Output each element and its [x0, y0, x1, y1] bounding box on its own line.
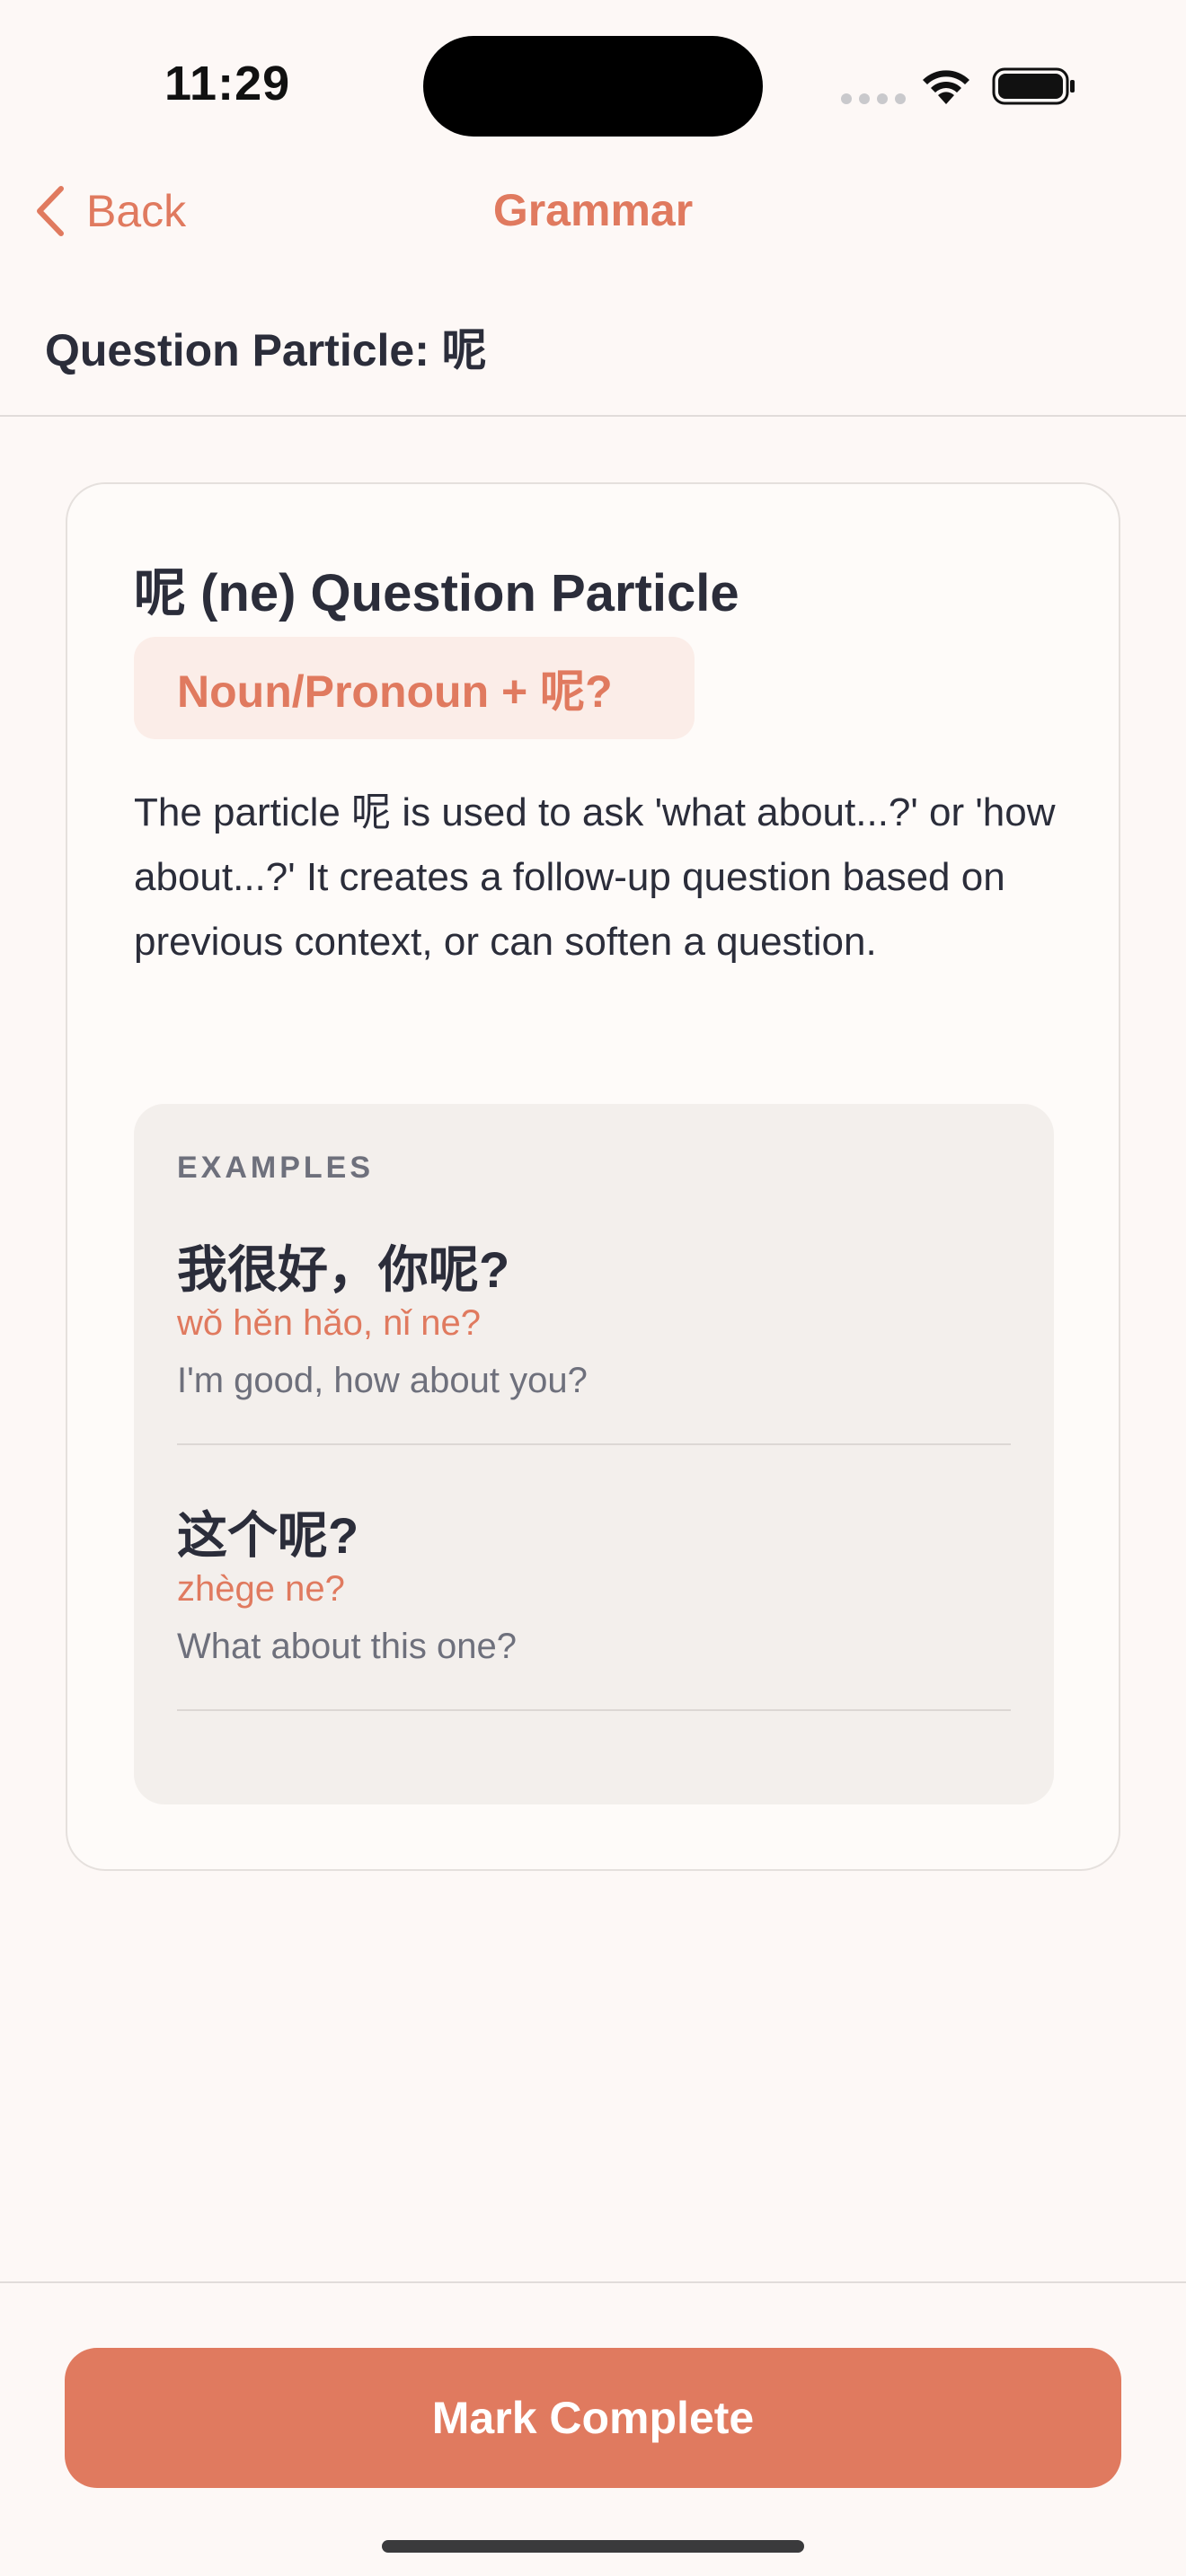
home-indicator[interactable] — [382, 2540, 804, 2553]
card-title: 呢 (ne) Question Particle — [134, 564, 739, 622]
examples-label: EXAMPLES — [177, 1151, 375, 1185]
screen: 11:29 Back Grammar Question Particle: 呢 … — [0, 0, 1186, 2576]
example-divider — [177, 1443, 1011, 1445]
example-pinyin: zhège ne? — [177, 1569, 345, 1609]
examples-section: EXAMPLES 我很好，你呢? wǒ hěn hǎo, nǐ ne? I'm … — [134, 1104, 1054, 1804]
header-divider — [0, 415, 1186, 417]
description-text: The particle 呢 is used to ask 'what abou… — [134, 790, 1056, 964]
example-pinyin: wǒ hěn hǎo, nǐ ne? — [177, 1303, 482, 1343]
nav-title: Grammar — [492, 185, 694, 235]
mark-complete-button[interactable]: Mark Complete — [65, 2348, 1121, 2488]
footer-divider — [0, 2281, 1186, 2283]
example-chinese: 这个呢? — [177, 1507, 359, 1564]
example-english: I'm good, how about you? — [177, 1361, 588, 1400]
example-english: What about this one? — [177, 1627, 518, 1666]
lesson-card: 呢 (ne) Question Particle Noun/Pronoun + … — [66, 482, 1120, 1871]
example-chinese: 我很好，你呢? — [177, 1241, 510, 1298]
signal-dots-icon — [841, 93, 906, 104]
grammar-pattern-badge: Noun/Pronoun + 呢? — [134, 637, 695, 739]
wifi-icon — [923, 70, 969, 104]
battery-icon — [992, 67, 1075, 105]
dynamic-island — [423, 36, 763, 137]
status-time: 11:29 — [164, 57, 291, 110]
example-divider — [177, 1709, 1011, 1711]
page-title: Question Particle: 呢 — [45, 325, 487, 375]
